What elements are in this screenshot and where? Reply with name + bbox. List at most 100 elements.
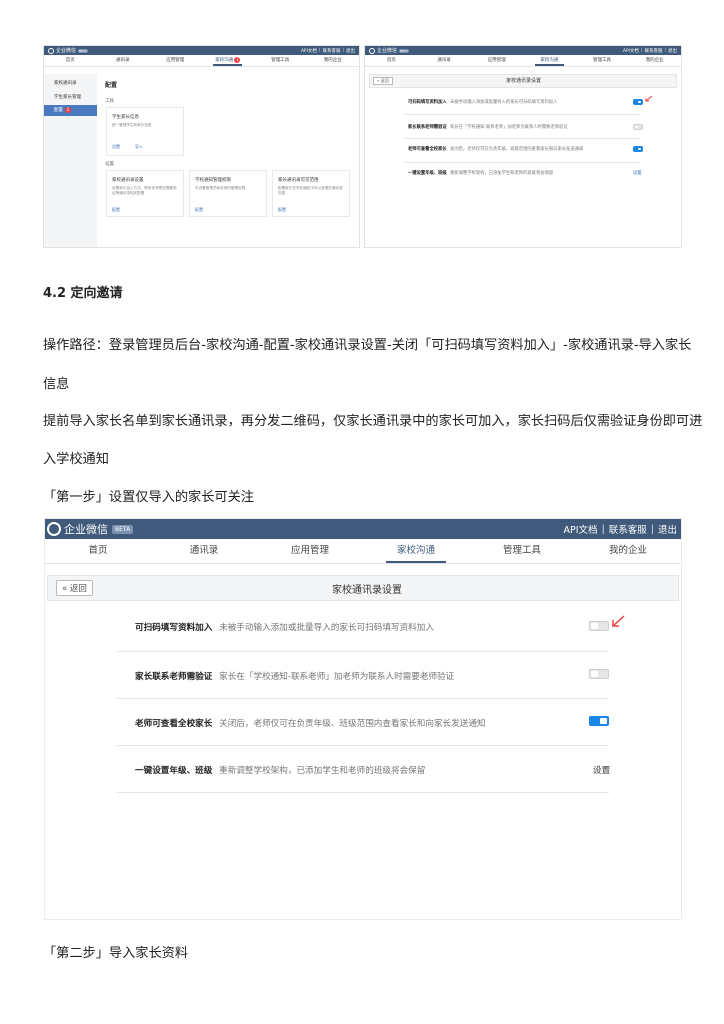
row4-title: 一键设置年级、班级 bbox=[135, 766, 213, 776]
logout-link[interactable]: 退出 bbox=[668, 48, 677, 54]
nav-home[interactable]: 首页 bbox=[45, 539, 151, 563]
desc-line-1: 提前导入家长名单到家长通讯录，再分发二维码，仅家长通讯录中的家长可加入，家长扫码… bbox=[43, 414, 703, 429]
divider bbox=[405, 162, 641, 163]
row3-title: 老师可查看全校家长 bbox=[135, 719, 213, 729]
card-student-info[interactable]: 学生家长信息 统一管理学生和家长信息 设置 导入 bbox=[106, 107, 184, 156]
row2-desc: 家长在「学校通知-联系老师」加老师为联系人时需要老师验证 bbox=[450, 125, 568, 130]
step-1-label: 「第一步」设置仅导入的家长可关注 bbox=[43, 490, 254, 505]
toggle-row3[interactable] bbox=[633, 146, 643, 152]
card2-link[interactable]: 配置 bbox=[112, 207, 120, 213]
settings-header: « 返回 家校通讯录设置 bbox=[369, 74, 677, 88]
card3-link[interactable]: 配置 bbox=[195, 207, 203, 213]
brand-name: 企业微信 bbox=[377, 48, 398, 54]
setting-row-3: 老师可查看全校家长 关闭后，老师仅可在负责年级、班级范围内查看家长和向家长发送通… bbox=[408, 146, 583, 152]
step-2-label: 「第二步」导入家长资料 bbox=[43, 946, 189, 961]
contact-support-link[interactable]: 联系客服 bbox=[609, 522, 647, 536]
card1-link-setup[interactable]: 设置 bbox=[112, 144, 120, 150]
nav-badge: 1 bbox=[234, 57, 241, 63]
row2-title: 家长联系老师需验证 bbox=[135, 672, 213, 682]
nav-home[interactable]: 首页 bbox=[44, 55, 97, 66]
sep: | bbox=[601, 523, 605, 535]
sep: | bbox=[640, 48, 643, 53]
sidebar-item-students[interactable]: 学生家长管理 bbox=[54, 94, 81, 100]
back-button[interactable]: « 返回 bbox=[373, 77, 393, 85]
nav-company[interactable]: 我的企业 bbox=[628, 55, 681, 66]
setting-row-1: 可扫码填写资料加入 未被手动输入添加或批量导入的家长可扫码填写资料加入 bbox=[135, 621, 434, 633]
api-doc-link[interactable]: API文档 bbox=[564, 522, 598, 536]
main-nav: 首页 通讯录 应用管理 家校沟通 管理工具 我的企业 bbox=[365, 55, 681, 67]
contact-support-link[interactable]: 联系客服 bbox=[644, 48, 662, 54]
screenshot-config-page: 企业微信 BETA API文档 | 联系客服 | 退出 首页 通讯录 应用管理 … bbox=[43, 45, 360, 248]
nav-company[interactable]: 我的企业 bbox=[307, 55, 360, 66]
top-links: API文档 | 联系客服 | 退出 bbox=[564, 522, 681, 537]
settings-title: 家校通讯录设置 bbox=[332, 585, 402, 596]
toggle-row1[interactable] bbox=[633, 99, 643, 105]
toggle-scan-join[interactable] bbox=[589, 621, 609, 631]
toggle-knob bbox=[635, 126, 638, 128]
toggle-knob bbox=[638, 101, 641, 103]
nav-home[interactable]: 首页 bbox=[365, 55, 418, 66]
card2-desc: 设置家长加入方式、联系老师是否需要验证等通讯录相关配置 bbox=[112, 186, 177, 195]
setup-grade-class-link[interactable]: 设置 bbox=[593, 764, 610, 776]
nav-school-label: 家校沟通 bbox=[215, 58, 234, 63]
nav-company[interactable]: 我的企业 bbox=[575, 539, 681, 563]
card-contacts-settings[interactable]: 家校通讯录设置 设置家长加入方式、联系老师是否需要验证等通讯录相关配置 配置 bbox=[106, 170, 184, 217]
arrow-icon bbox=[645, 95, 653, 102]
setting-row-1: 可扫码填写资料加入 未被手动输入添加或批量导入的家长可扫码填写资料加入 bbox=[408, 99, 557, 105]
nav-apps[interactable]: 应用管理 bbox=[470, 55, 523, 66]
top-links: API文档 | 联系客服 | 退出 bbox=[301, 48, 359, 54]
toggle-parent-verify[interactable] bbox=[589, 669, 609, 679]
beta-badge: BETA bbox=[112, 524, 134, 534]
app-topbar: 企业微信 BETA API文档 | 联系客服 | 退出 bbox=[44, 46, 359, 55]
nav-school[interactable]: 家校沟通 1 bbox=[202, 55, 255, 66]
divider bbox=[117, 698, 609, 699]
app-logo: 企业微信 BETA bbox=[45, 521, 134, 537]
sidebar-item-config[interactable]: 配置 1 bbox=[44, 105, 97, 116]
nav-contacts[interactable]: 通讯录 bbox=[151, 539, 257, 563]
sep: | bbox=[342, 48, 344, 53]
logout-link[interactable]: 退出 bbox=[658, 522, 677, 536]
setting-row-2: 家长联系老师需验证 家长在「学校通知-联系老师」加老师为联系人时需要老师验证 bbox=[408, 124, 568, 130]
section-heading: 4.2 定向邀请 bbox=[43, 286, 123, 301]
logout-link[interactable]: 退出 bbox=[346, 48, 355, 54]
group-settings: 设置 bbox=[105, 162, 114, 167]
nav-tools[interactable]: 管理工具 bbox=[469, 539, 575, 563]
top-links: API文档 | 联系客服 | 退出 bbox=[623, 48, 681, 54]
page-title: 配置 bbox=[105, 82, 118, 89]
card-visible-range[interactable]: 家长通讯录可见范围 配置家长在学校通知中可以查看的通讯录范围 配置 bbox=[272, 170, 350, 217]
card1-title: 学生家长信息 bbox=[112, 115, 139, 120]
setting-row-2: 家长联系老师需验证 家长在「学校通知-联系老师」加老师为联系人时需要老师验证 bbox=[135, 670, 454, 682]
sidebar-item-contacts[interactable]: 家校通讯录 bbox=[54, 80, 77, 86]
arrow-icon bbox=[612, 615, 625, 627]
nav-tools[interactable]: 管理工具 bbox=[254, 55, 307, 66]
nav-tools[interactable]: 管理工具 bbox=[576, 55, 629, 66]
sidebar-badge: 1 bbox=[65, 107, 71, 113]
nav-apps[interactable]: 应用管理 bbox=[257, 539, 363, 563]
nav-school[interactable]: 家校沟通 bbox=[523, 55, 576, 66]
row1-title: 可扫码填写资料加入 bbox=[135, 623, 213, 633]
row4-action[interactable]: 设置 bbox=[633, 170, 642, 176]
nav-school[interactable]: 家校沟通 bbox=[363, 539, 469, 563]
toggle-row2[interactable] bbox=[633, 124, 643, 130]
api-doc-link[interactable]: API文档 bbox=[623, 48, 639, 54]
row4-desc: 重新调整学校架构，已添加学生和老师的班级将会保留 bbox=[450, 171, 554, 176]
nav-contacts[interactable]: 通讯录 bbox=[418, 55, 471, 66]
logo-icon bbox=[47, 522, 61, 536]
app-logo: 企业微信 BETA bbox=[365, 47, 409, 54]
row4-desc: 重新调整学校架构，已添加学生和老师的班级将会保留 bbox=[219, 766, 426, 776]
nav-apps[interactable]: 应用管理 bbox=[149, 55, 202, 66]
group-tools: 工具 bbox=[105, 99, 114, 104]
nav-contacts[interactable]: 通讯录 bbox=[97, 55, 150, 66]
card1-link-import[interactable]: 导入 bbox=[135, 144, 143, 150]
row1-title: 可扫码填写资料加入 bbox=[408, 100, 447, 105]
divider bbox=[405, 114, 641, 115]
api-doc-link[interactable]: API文档 bbox=[301, 48, 317, 54]
row3-desc: 关闭后，老师仅可在负责年级、班级范围内查看家长和向家长发送通知 bbox=[219, 719, 486, 729]
card-notice-permission[interactable]: 学校通知管理权限 可设置管理员和老师的管理权限 配置 bbox=[189, 170, 267, 217]
sidebar-item-config-label: 配置 bbox=[54, 108, 63, 113]
back-button[interactable]: « 返回 bbox=[56, 580, 93, 596]
card4-link[interactable]: 配置 bbox=[278, 207, 286, 213]
row2-title: 家长联系老师需验证 bbox=[408, 125, 447, 130]
contact-support-link[interactable]: 联系客服 bbox=[322, 48, 340, 54]
toggle-teacher-view[interactable] bbox=[589, 716, 609, 726]
